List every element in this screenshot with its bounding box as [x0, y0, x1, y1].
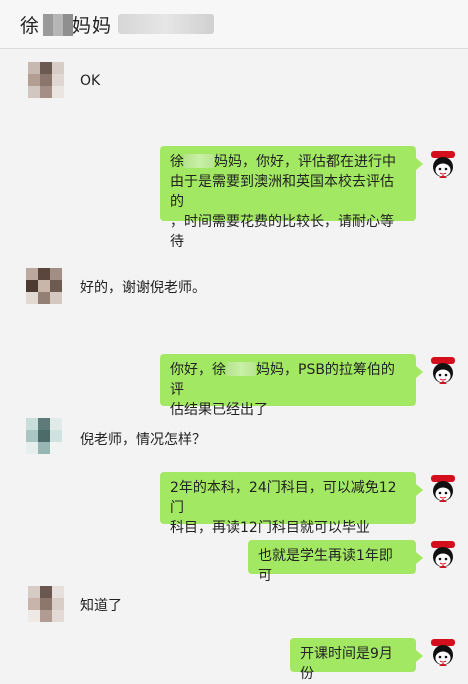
- bubble-text: 2年的本科，24门科目，可以减免12门: [170, 480, 397, 516]
- incoming-message: 好的，谢谢倪老师。: [80, 280, 206, 296]
- redacted-name-mosaic: [43, 14, 73, 36]
- teacher-avatar-icon[interactable]: [428, 356, 458, 390]
- incoming-message: 知道了: [80, 598, 122, 614]
- incoming-message: OK: [80, 73, 101, 89]
- bubble-text: 你好，徐: [170, 362, 226, 378]
- outgoing-message-bubble: 也就是学生再读1年即可: [248, 540, 423, 584]
- contact-avatar[interactable]: [28, 586, 64, 622]
- contact-avatar[interactable]: [26, 268, 62, 304]
- bubble-text: 也就是学生再读1年即可: [258, 548, 393, 584]
- chat-title-prefix: 徐: [20, 15, 41, 37]
- bubble-text: 由于是需要到澳洲和英国本校去评估的: [170, 174, 394, 210]
- outgoing-message-bubble: 开课时间是9月份: [290, 638, 423, 682]
- teacher-avatar-icon[interactable]: [428, 150, 458, 184]
- teacher-avatar-icon[interactable]: [428, 638, 458, 672]
- chat-header: 徐 妈妈: [0, 0, 468, 49]
- chat-title-suffix: 妈妈: [72, 15, 113, 37]
- bubble-text: ，时间需要花费的比较长，请耐心等待: [170, 214, 394, 250]
- outgoing-message-bubble: 徐 妈妈，你好，评估都在进行中 由于是需要到澳洲和英国本校去评估的 ，时间需要花费…: [160, 146, 423, 250]
- outgoing-message-bubble: 2年的本科，24门科目，可以减免12门 科目，再读12门科目就可以毕业: [160, 472, 423, 536]
- incoming-message: 倪老师，情况怎样？: [80, 432, 206, 448]
- teacher-avatar-icon[interactable]: [428, 474, 458, 508]
- contact-avatar[interactable]: [26, 418, 62, 454]
- teacher-avatar-icon[interactable]: [428, 540, 458, 574]
- bubble-text: 估结果已经出了: [170, 402, 268, 418]
- redacted-name-blur: [226, 362, 256, 376]
- bubble-text: 科目，再读12门科目就可以毕业: [170, 520, 370, 536]
- contact-avatar[interactable]: [28, 62, 64, 98]
- redacted-name-blur: [184, 154, 214, 168]
- bubble-text: 开课时间是9月份: [300, 646, 393, 682]
- redacted-header-blur: [118, 14, 214, 34]
- bubble-text: 妈妈，你好，评估都在进行中: [214, 154, 396, 170]
- bubble-text: 徐: [170, 154, 184, 170]
- outgoing-message-bubble: 你好，徐 妈妈，PSB的拉筹伯的评 估结果已经出了: [160, 354, 423, 418]
